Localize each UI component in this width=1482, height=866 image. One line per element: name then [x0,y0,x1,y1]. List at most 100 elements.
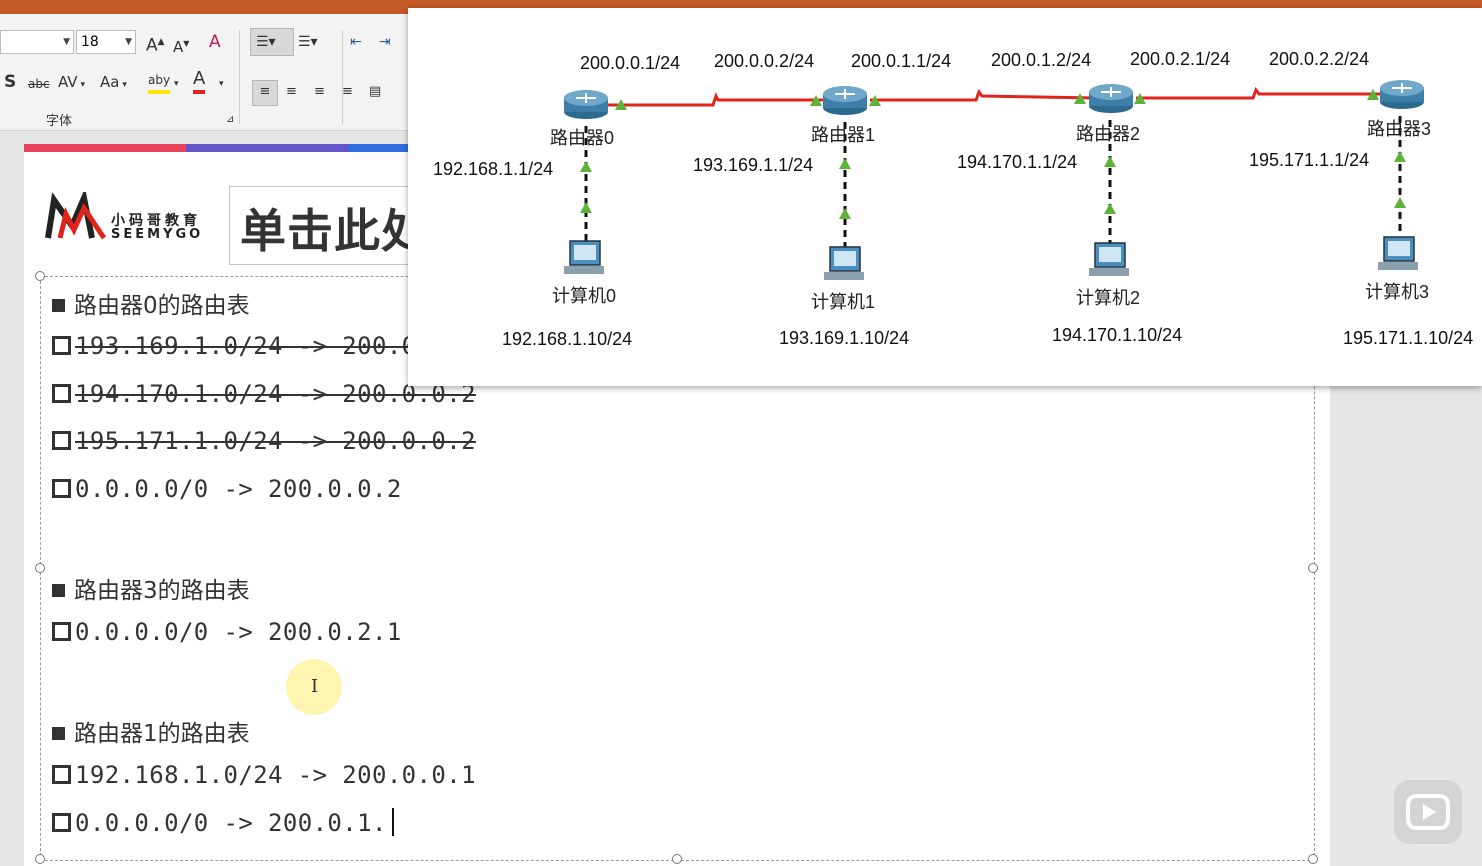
clear-format-button[interactable]: A [209,32,221,52]
computer-icon-1 [824,246,864,280]
checkbox-bullet-icon [52,622,71,641]
strikethrough-icon: abc [28,77,50,91]
outdent-icon: ⇤ [350,34,362,50]
title-placeholder[interactable]: 单击此处 [229,186,431,265]
char-spacing-button[interactable]: AV ▾ [58,72,85,95]
wan-link-0-1 [608,92,838,107]
grow-font-button[interactable]: A▲ [146,32,165,56]
heading-router1-table: 路由器1的路由表 [52,714,250,748]
distribute-icon: ▤ [369,84,382,99]
computer-label: 计算机1 [811,292,876,312]
shrink-font-button[interactable]: A▼ [173,34,189,57]
align-right-icon: ≡ [314,84,325,99]
text-caret [392,808,394,836]
decrease-indent-button[interactable]: ⇤ [350,32,362,52]
chevron-down-icon: ▼ [63,37,70,47]
heading-router3-table: 路由器3的路由表 [52,571,250,605]
computer-label: 计算机3 [1365,282,1430,302]
computer-icon-0 [564,240,604,274]
router-label: 路由器2 [1076,124,1141,144]
text-shadow-button[interactable]: S [4,72,16,92]
eraser-icon: A [209,32,221,52]
resize-handle-mid-right[interactable] [1308,563,1318,573]
wan-ip-label: 200.0.0.1/24 [580,53,681,73]
seemygo-logo-icon [45,192,107,240]
highlight-dropdown[interactable]: ▾ [174,74,179,94]
lan-gateway-label: 193.169.1.1/24 [693,155,814,175]
font-size-value: 18 [81,34,99,50]
distribute-button[interactable]: ▤ [369,82,381,102]
justify-button[interactable]: ≡ [342,82,353,102]
heading-text: 路由器0的路由表 [74,293,250,319]
checkbox-bullet-icon [52,479,71,498]
checkbox-bullet-icon [52,431,71,450]
lan-gateway-label: 194.170.1.1/24 [957,152,1078,172]
resize-handle-bottom-mid[interactable] [672,854,682,864]
wan-link-2-3 [1136,86,1383,100]
title-text: 单击此处 [240,204,428,258]
wan-ip-label: 200.0.0.2/24 [714,51,815,71]
shadow-icon: S [4,72,17,92]
bullet-square-icon [52,584,65,597]
ribbon-separator [342,30,343,124]
lan-gateway-label: 195.171.1.1/24 [1249,150,1370,170]
resize-handle-bottom-right[interactable] [1308,854,1318,864]
align-left-button[interactable]: ≡ [252,80,278,106]
computer-ip-label: 192.168.1.10/24 [502,329,633,349]
increase-indent-button[interactable]: ⇥ [379,32,391,52]
router-label: 路由器0 [550,128,615,148]
font-color-button[interactable]: A [193,68,206,94]
bullets-button[interactable]: ☰▾ [250,28,294,56]
indent-icon: ⇥ [379,34,391,50]
resize-handle-top-left[interactable] [35,271,45,281]
router-label: 路由器3 [1367,119,1432,139]
heading-text: 路由器3的路由表 [74,578,250,604]
checkbox-bullet-icon [52,765,71,784]
wan-ip-label: 200.0.2.1/24 [1130,49,1231,69]
router-icon-3 [1380,80,1424,109]
lan-gateway-label: 192.168.1.1/24 [433,159,554,179]
change-case-icon: Aa [100,73,120,91]
play-icon [1406,794,1450,830]
computer-ip-label: 193.169.1.10/24 [779,328,910,348]
route-line: 0.0.0.0/0 -> 200.0.1. [52,809,387,837]
computer-ip-label: 194.170.1.10/24 [1052,325,1183,345]
chevron-down-icon: ▼ [125,37,132,47]
justify-icon: ≡ [342,84,353,99]
checkbox-bullet-icon [52,384,71,403]
video-play-button[interactable] [1394,780,1462,844]
route-text: 0.0.0.0/0 -> 200.0.0.2 [75,475,402,503]
resize-handle-bottom-left[interactable] [35,854,45,864]
strikethrough-button[interactable]: abc [28,74,50,94]
logo-text-en: SEEMYGO [111,227,204,242]
numbering-button[interactable]: ☰▾ [298,32,318,52]
route-text: 0.0.0.0/0 -> 200.0.2.1 [75,618,402,646]
route-text: 192.168.1.0/24 -> 200.0.0.1 [75,761,476,789]
align-center-icon: ≡ [286,84,297,99]
numbered-list-icon: ☰▾ [298,34,318,50]
align-center-button[interactable]: ≡ [286,82,297,102]
highlight-button[interactable]: aby [148,70,171,94]
font-color-dropdown[interactable]: ▾ [219,74,224,94]
router-label: 路由器1 [811,125,876,145]
resize-handle-mid-left[interactable] [35,563,45,573]
router-icon-1 [823,86,867,115]
overlay-title-strip [408,0,1482,8]
computer-icon-3 [1378,236,1418,270]
bullet-square-icon [52,727,65,740]
ibeam-cursor-icon: I [311,676,319,697]
font-dialog-launcher-icon[interactable]: ⊿ [226,114,234,125]
checkbox-bullet-icon [52,813,71,832]
checkbox-bullet-icon [52,336,71,355]
router-icon-2 [1089,84,1133,113]
align-right-button[interactable]: ≡ [314,82,325,102]
change-case-button[interactable]: Aa ▾ [100,72,127,95]
font-size-select[interactable]: 18 ▼ [76,30,136,54]
highlighter-icon: aby [148,73,171,87]
route-line: 0.0.0.0/0 -> 200.0.2.1 [52,618,402,646]
ribbon-font-group: ▼ 18 ▼ A▲ A▼ A ☰▾ ☰▾ ⇤ ⇥ S abc AV ▾ Aa ▾ … [0,14,420,131]
bullet-square-icon [52,299,65,312]
font-name-select[interactable]: ▼ [0,30,74,54]
router-icon-0 [564,90,608,119]
grow-font-icon: A [146,35,158,56]
